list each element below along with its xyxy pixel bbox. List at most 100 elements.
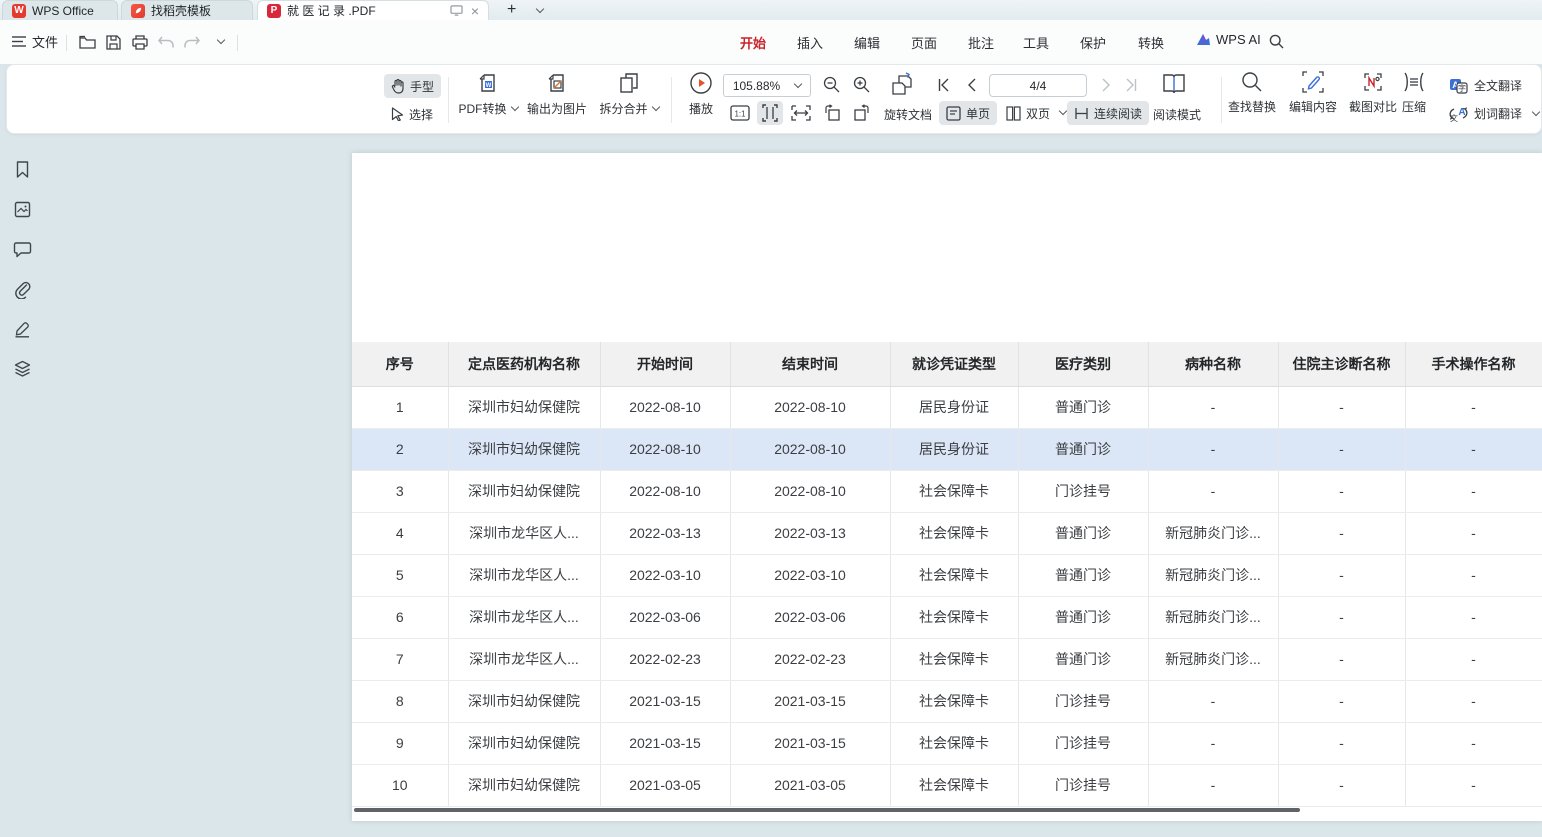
table-cell: - bbox=[1278, 596, 1405, 638]
table-cell: 社会保障卡 bbox=[890, 512, 1018, 554]
rotate-pages-icon[interactable] bbox=[889, 72, 917, 98]
svg-text:文: 文 bbox=[1450, 113, 1458, 122]
table-row: 5深圳市龙华区人...2022-03-102022-03-10社会保障卡普通门诊… bbox=[352, 554, 1542, 596]
continuous-read-button[interactable]: 连续阅读 bbox=[1067, 101, 1149, 125]
attachment-icon[interactable] bbox=[13, 280, 32, 299]
table-cell: 2022-08-10 bbox=[730, 470, 890, 512]
screenshot-compare-icon bbox=[1362, 71, 1384, 93]
table-cell: 深圳市妇幼保健院 bbox=[448, 386, 600, 428]
select-tool-button[interactable]: 选择 bbox=[384, 102, 440, 126]
fit-page-icon[interactable] bbox=[757, 101, 783, 125]
wps-ai-button[interactable]: WPS AI bbox=[1196, 32, 1261, 47]
table-cell: 深圳市龙华区人... bbox=[448, 512, 600, 554]
menu-home[interactable]: 开始 bbox=[740, 33, 766, 52]
previous-page-icon[interactable] bbox=[965, 78, 981, 94]
table-cell: 2022-08-10 bbox=[600, 386, 730, 428]
first-page-icon[interactable] bbox=[937, 78, 953, 94]
compress-button[interactable]: 压缩 bbox=[1384, 71, 1444, 115]
table-cell: 6 bbox=[352, 596, 448, 638]
thumbnail-icon[interactable] bbox=[13, 200, 32, 219]
layers-icon[interactable] bbox=[13, 359, 32, 378]
wps-ai-label: WPS AI bbox=[1216, 32, 1261, 47]
page-number-input[interactable] bbox=[989, 74, 1087, 97]
read-mode-label[interactable]: 阅读模式 bbox=[1153, 106, 1201, 123]
word-translate-button[interactable]: A文 划词翻译 bbox=[1449, 105, 1539, 122]
table-cell: - bbox=[1278, 470, 1405, 512]
rotate-doc-label[interactable]: 旋转文档 bbox=[884, 106, 932, 123]
table-cell: 2022-03-10 bbox=[730, 554, 890, 596]
table-cell: - bbox=[1405, 428, 1542, 470]
menu-insert[interactable]: 插入 bbox=[797, 33, 823, 52]
file-menu-button[interactable]: 文件 bbox=[12, 32, 58, 51]
table-cell: 2022-08-10 bbox=[730, 386, 890, 428]
open-file-icon[interactable] bbox=[77, 32, 97, 52]
table-cell: 4 bbox=[352, 512, 448, 554]
table-cell: - bbox=[1405, 722, 1542, 764]
tab-wps-office[interactable]: W WPS Office bbox=[2, 0, 118, 20]
menu-tools[interactable]: 工具 bbox=[1023, 33, 1049, 52]
zoom-level-select[interactable]: 105.88% bbox=[723, 74, 811, 97]
column-header: 序号 bbox=[352, 342, 448, 386]
table-cell: - bbox=[1405, 764, 1542, 806]
play-button[interactable]: 播放 bbox=[673, 71, 729, 117]
close-tab-icon[interactable]: × bbox=[471, 4, 479, 18]
table-cell: 普通门诊 bbox=[1018, 512, 1148, 554]
undo-icon[interactable] bbox=[156, 32, 176, 52]
table-cell: 2022-03-10 bbox=[600, 554, 730, 596]
screen-share-icon[interactable] bbox=[450, 5, 463, 16]
last-page-icon[interactable] bbox=[1124, 78, 1140, 94]
hand-tool-button[interactable]: 手型 bbox=[384, 74, 441, 98]
table-cell: 2022-03-06 bbox=[730, 596, 890, 638]
table-cell: 普通门诊 bbox=[1018, 596, 1148, 638]
full-translate-button[interactable]: A字 全文翻译 bbox=[1449, 77, 1522, 94]
menu-page[interactable]: 页面 bbox=[911, 33, 937, 52]
column-header: 就诊凭证类型 bbox=[890, 342, 1018, 386]
compress-icon bbox=[1402, 71, 1426, 93]
table-cell: - bbox=[1148, 470, 1278, 512]
bookmark-icon[interactable] bbox=[13, 160, 32, 179]
annotate-pen-icon[interactable] bbox=[13, 319, 32, 338]
table-cell: 2022-08-10 bbox=[600, 428, 730, 470]
actual-size-icon[interactable]: 1:1 bbox=[727, 101, 753, 125]
horizontal-scrollbar[interactable] bbox=[354, 808, 1300, 812]
print-icon[interactable] bbox=[130, 32, 150, 52]
table-cell: 2022-03-13 bbox=[730, 512, 890, 554]
pdf-convert-icon: W bbox=[476, 71, 500, 95]
search-menu-icon[interactable] bbox=[1266, 31, 1286, 51]
rotate-left-icon[interactable] bbox=[819, 101, 845, 125]
menu-convert[interactable]: 转换 bbox=[1138, 33, 1164, 52]
single-page-button[interactable]: 单页 bbox=[939, 101, 997, 125]
full-translate-icon: A字 bbox=[1449, 78, 1468, 94]
comment-icon[interactable] bbox=[13, 240, 32, 259]
menu-protect[interactable]: 保护 bbox=[1080, 33, 1106, 52]
table-cell: 深圳市妇幼保健院 bbox=[448, 764, 600, 806]
table-cell: 门诊挂号 bbox=[1018, 764, 1148, 806]
double-page-button[interactable]: 双页 bbox=[999, 101, 1073, 125]
export-image-icon bbox=[545, 71, 569, 95]
fit-width-icon[interactable] bbox=[788, 101, 814, 125]
zoom-in-icon[interactable] bbox=[853, 76, 869, 92]
redo-icon[interactable] bbox=[182, 32, 202, 52]
table-row: 3深圳市妇幼保健院2022-08-102022-08-10社会保障卡门诊挂号--… bbox=[352, 470, 1542, 512]
table-cell: 2021-03-15 bbox=[600, 680, 730, 722]
tab-document-pdf[interactable]: P 就 医 记 录 .PDF × bbox=[257, 0, 489, 20]
rotate-right-icon[interactable] bbox=[849, 101, 875, 125]
table-cell: - bbox=[1278, 680, 1405, 722]
read-mode-icon[interactable] bbox=[1162, 73, 1188, 97]
split-merge-button[interactable]: 拆分合并 bbox=[587, 71, 671, 117]
menu-edit[interactable]: 编辑 bbox=[854, 33, 880, 52]
menu-comment[interactable]: 批注 bbox=[968, 33, 994, 52]
new-tab-button[interactable]: + bbox=[503, 0, 520, 20]
chevron-down-icon bbox=[651, 102, 659, 110]
zoom-out-icon[interactable] bbox=[823, 76, 839, 92]
table-cell: 1 bbox=[352, 386, 448, 428]
table-cell: 深圳市妇幼保健院 bbox=[448, 722, 600, 764]
tab-list-chevron-icon[interactable] bbox=[528, 0, 547, 20]
save-icon[interactable] bbox=[103, 32, 123, 52]
next-page-icon[interactable] bbox=[1099, 78, 1115, 94]
table-row: 4深圳市龙华区人...2022-03-132022-03-13社会保障卡普通门诊… bbox=[352, 512, 1542, 554]
column-header: 病种名称 bbox=[1148, 342, 1278, 386]
tab-docer-template[interactable]: 找稻壳模板 bbox=[121, 0, 253, 20]
table-cell: 社会保障卡 bbox=[890, 638, 1018, 680]
quick-access-chevron-icon[interactable] bbox=[208, 32, 228, 52]
